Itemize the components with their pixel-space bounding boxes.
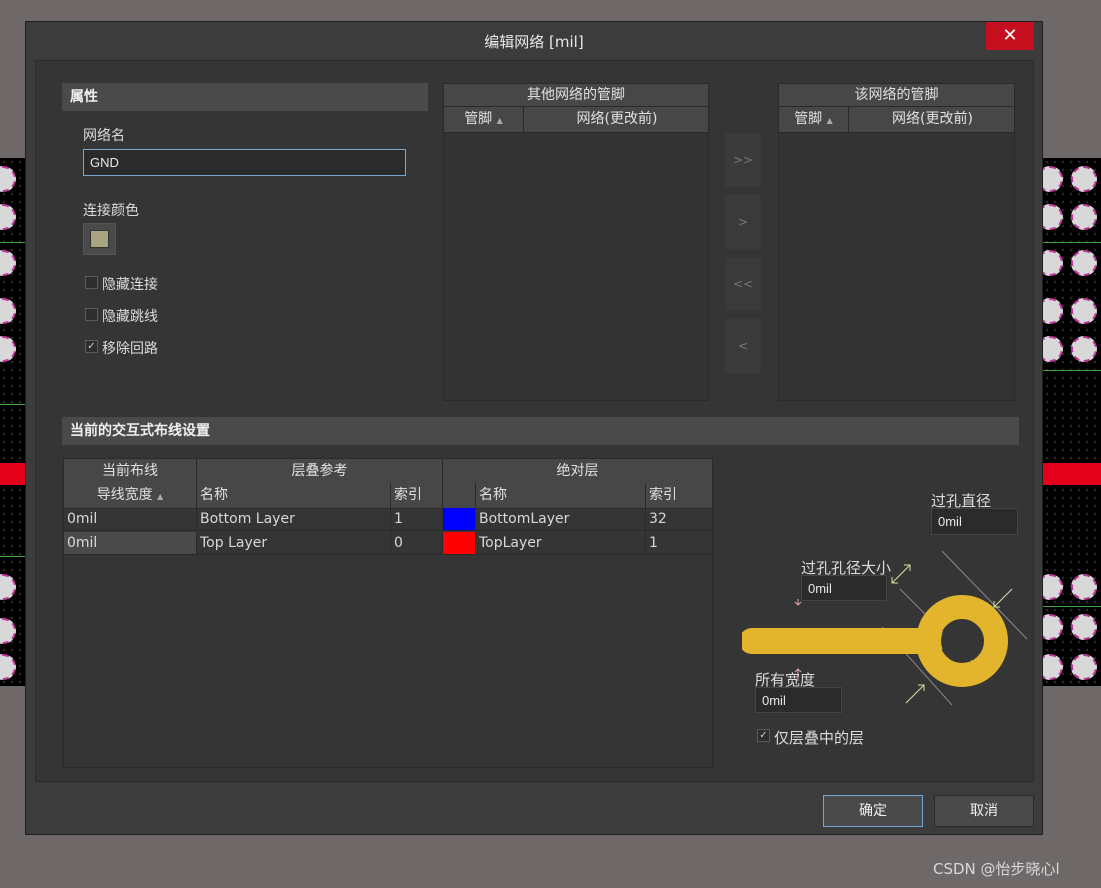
close-icon: ✕: [1002, 25, 1018, 46]
via-diameter-input[interactable]: [931, 508, 1018, 535]
move-all-right-button[interactable]: >>: [725, 133, 761, 187]
table-row[interactable]: 0mil Top Layer 0 TopLayer 1: [64, 532, 712, 556]
col-abs-index[interactable]: 索引: [646, 483, 712, 508]
pcb-background-left: [0, 158, 26, 686]
dialog-body: 属性 网络名 连接颜色 隐藏连接 隐藏跳线 ✓ 移除回路 其他网络的管脚 管脚 …: [35, 60, 1034, 782]
via-hole-size-input[interactable]: [801, 575, 887, 601]
move-right-button[interactable]: >: [725, 195, 761, 249]
col-color: [443, 483, 476, 508]
this-net-pins-title: 该网络的管脚: [779, 84, 1014, 107]
net-name-input[interactable]: [83, 149, 406, 176]
all-width-input[interactable]: [755, 687, 842, 713]
group-absolute-layer: 绝对层: [556, 463, 599, 479]
check-icon: ✓: [87, 341, 96, 352]
color-swatch-fill: [90, 230, 109, 248]
other-net-pins-title: 其他网络的管脚: [444, 84, 708, 107]
via-hole: [941, 620, 983, 662]
connection-color-label: 连接颜色: [83, 203, 139, 219]
trace-width-cell[interactable]: 0mil: [64, 508, 197, 531]
sort-up-icon: ▲: [496, 116, 503, 125]
other-net-pins-header: 管脚 ▲ 网络(更改前): [444, 107, 708, 133]
csdn-watermark: CSDN @怡步晓心l: [933, 860, 1060, 878]
abs-layer-index-cell: 32: [646, 508, 712, 531]
layer-name-cell: Bottom Layer: [197, 508, 391, 531]
sort-up-icon: ▲: [157, 492, 164, 501]
layer-name-cell: Top Layer: [197, 532, 391, 555]
table-row[interactable]: 0mil Bottom Layer 1 BottomLayer 32: [64, 508, 712, 532]
col-net-before[interactable]: 网络(更改前): [524, 107, 710, 132]
col-layer-name[interactable]: 名称: [197, 483, 391, 508]
hide-jumpers-checkbox[interactable]: [85, 308, 98, 321]
col-abs-name[interactable]: 名称: [476, 483, 646, 508]
move-left-button[interactable]: <: [725, 319, 761, 373]
col-layer-index[interactable]: 索引: [391, 483, 443, 508]
pcb-background-right: [1043, 158, 1101, 686]
abs-layer-index-cell: 1: [646, 532, 712, 555]
remove-loops-checkbox[interactable]: ✓: [85, 340, 98, 353]
this-net-pins-header: 管脚 ▲ 网络(更改前): [779, 107, 1014, 133]
routing-column-header: 导线宽度 ▲ 名称 索引 名称 索引: [64, 483, 712, 509]
trace-width-cell[interactable]: 0mil: [64, 532, 197, 555]
col-trace-width[interactable]: 导线宽度 ▲: [64, 483, 197, 508]
check-icon: ✓: [759, 730, 768, 741]
col-pin[interactable]: 管脚 ▲: [779, 107, 849, 132]
col-pin[interactable]: 管脚 ▲: [444, 107, 524, 132]
hide-connections-label: 隐藏连接: [102, 277, 158, 293]
hide-jumpers-label: 隐藏跳线: [102, 309, 158, 325]
close-button[interactable]: ✕: [986, 22, 1034, 50]
sort-up-icon: ▲: [826, 116, 833, 125]
other-net-pins-panel: 其他网络的管脚 管脚 ▲ 网络(更改前): [443, 83, 709, 401]
routing-settings-header: 当前的交互式布线设置: [62, 417, 1019, 445]
dialog-title: 编辑网络 [mil]: [26, 22, 1042, 60]
layer-index-cell: 0: [391, 532, 443, 555]
ok-button[interactable]: 确定: [823, 795, 923, 827]
layer-color-swatch: [443, 508, 476, 531]
group-current-routing: 当前布线: [64, 459, 197, 483]
routing-group-header: 当前布线 层叠参考 绝对层: [64, 459, 712, 484]
stack-layers-only-label: 仅层叠中的层: [774, 729, 865, 747]
this-net-pins-panel: 该网络的管脚 管脚 ▲ 网络(更改前): [778, 83, 1015, 401]
edit-net-dialog: 编辑网络 [mil] ✕ 属性 网络名 连接颜色 隐藏连接 隐藏跳线 ✓ 移除回…: [25, 21, 1043, 835]
connection-color-swatch[interactable]: [83, 223, 116, 255]
remove-loops-label: 移除回路: [102, 341, 158, 357]
net-name-label: 网络名: [83, 128, 125, 144]
stack-layers-only-checkbox[interactable]: ✓: [757, 729, 770, 742]
properties-header: 属性: [62, 83, 428, 111]
abs-layer-name-cell: TopLayer: [476, 532, 646, 555]
routing-table: 当前布线 层叠参考 绝对层 导线宽度 ▲ 名称 索引 名称 索引 0mil Bo…: [63, 458, 713, 768]
abs-layer-name-cell: BottomLayer: [476, 508, 646, 531]
move-all-left-button[interactable]: <<: [725, 257, 761, 311]
layer-color-swatch: [443, 532, 476, 555]
col-net-before[interactable]: 网络(更改前): [849, 107, 1016, 132]
hide-connections-checkbox[interactable]: [85, 276, 98, 289]
cancel-button[interactable]: 取消: [934, 795, 1034, 827]
layer-index-cell: 1: [391, 508, 443, 531]
group-stack-reference: 层叠参考: [197, 459, 443, 483]
